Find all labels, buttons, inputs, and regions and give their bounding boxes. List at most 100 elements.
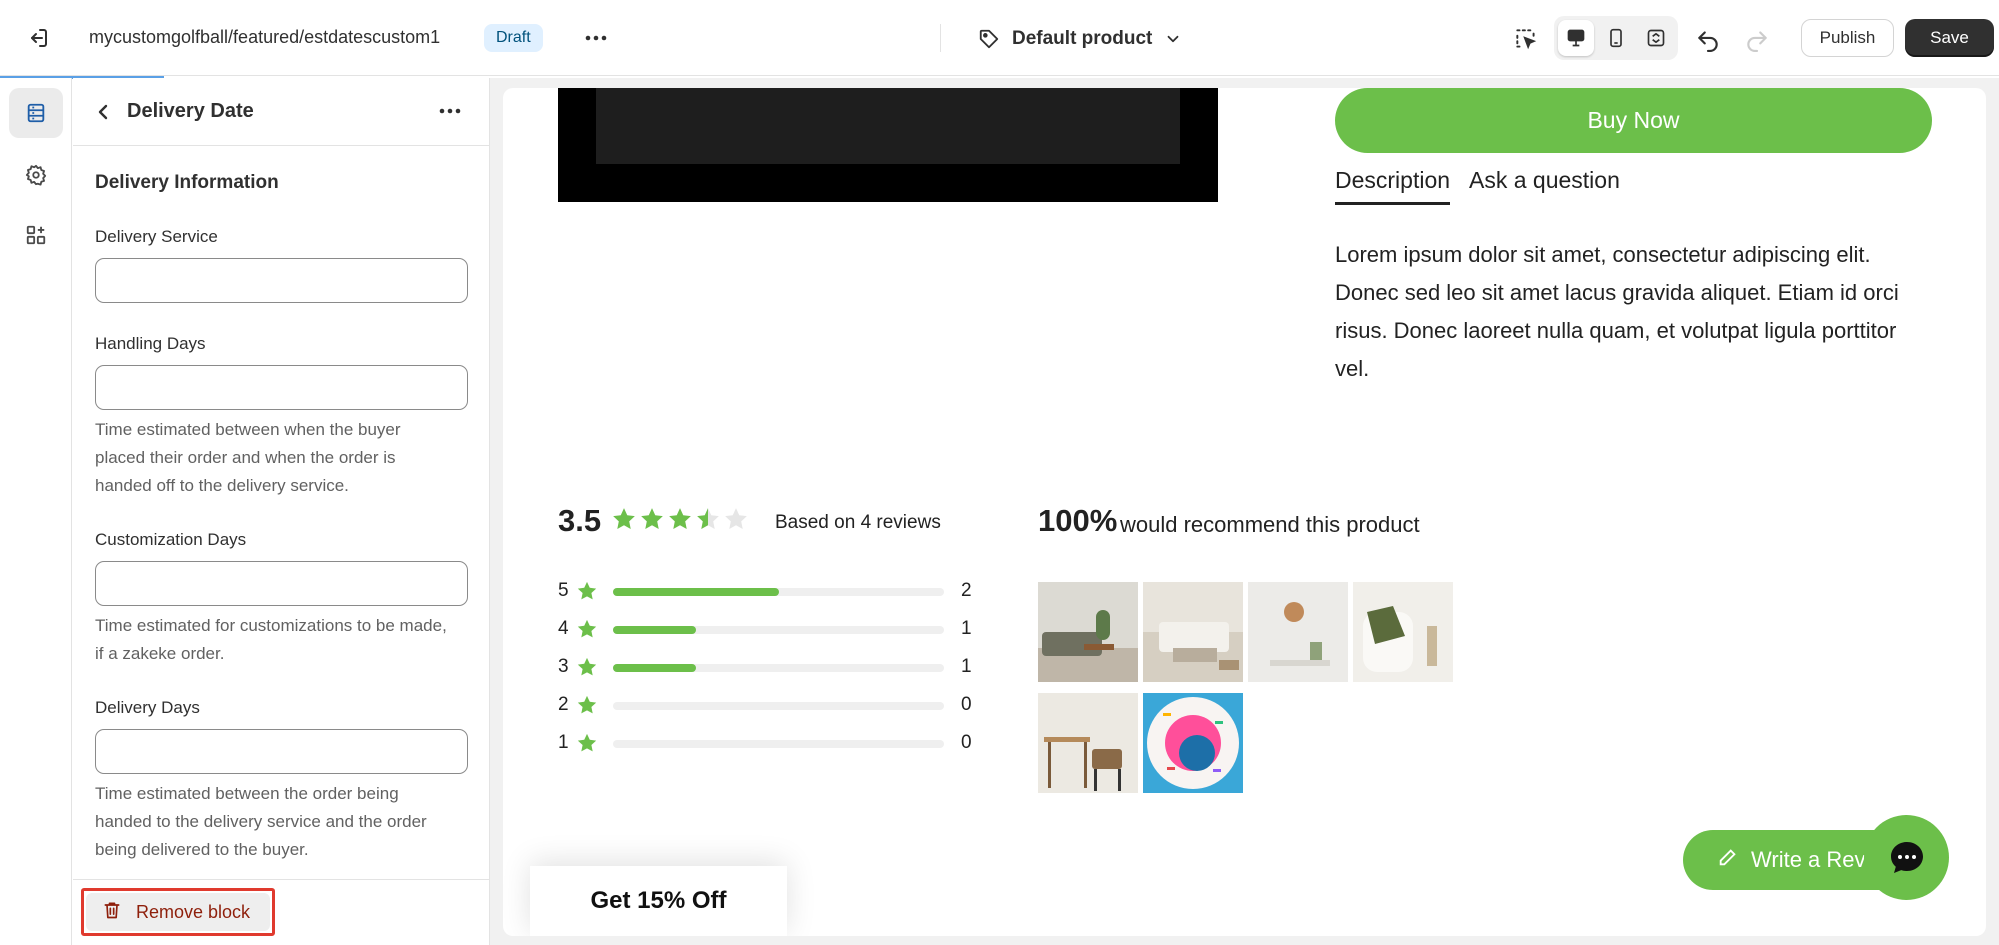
rating-bar-track bbox=[613, 740, 944, 748]
rating-bar-track bbox=[613, 702, 944, 710]
tab-ask-question[interactable]: Ask a question bbox=[1469, 167, 1620, 202]
storefront-preview: Buy Now Description Ask a question Lorem… bbox=[503, 88, 1986, 936]
panel-more-icon[interactable] bbox=[437, 99, 463, 123]
rating-bar-fill bbox=[613, 588, 779, 596]
rating-bar-track bbox=[613, 626, 944, 634]
save-button[interactable]: Save bbox=[1905, 19, 1994, 57]
panel-header: Delivery Date bbox=[73, 78, 489, 146]
rating-row-count: 1 bbox=[961, 618, 972, 639]
rating-row-count: 0 bbox=[961, 732, 972, 753]
review-photo[interactable] bbox=[1038, 582, 1138, 682]
desktop-view-icon[interactable] bbox=[1558, 20, 1594, 56]
half-star-icon bbox=[697, 508, 719, 529]
rating-row: 52 bbox=[558, 580, 978, 604]
review-photo[interactable] bbox=[1143, 693, 1243, 793]
rating-row-stars: 5 bbox=[558, 580, 569, 601]
star-icon bbox=[613, 508, 635, 529]
rating-bar-track bbox=[613, 664, 944, 672]
divider bbox=[940, 24, 941, 52]
delivery-days-input[interactable] bbox=[95, 729, 468, 774]
star-icon bbox=[669, 508, 691, 529]
back-chevron-icon[interactable] bbox=[91, 100, 115, 124]
remove-block-label: Remove block bbox=[136, 901, 251, 922]
status-badge: Draft bbox=[484, 24, 543, 52]
chat-icon bbox=[1890, 841, 1923, 873]
pencil-icon bbox=[1717, 846, 1739, 874]
customization-days-label: Customization Days bbox=[95, 530, 247, 549]
remove-block-button[interactable]: Remove block bbox=[81, 888, 275, 936]
average-rating: 3.5 bbox=[558, 503, 602, 538]
tag-icon bbox=[978, 28, 1000, 50]
star-icon bbox=[641, 508, 663, 529]
panel-footer: Remove block bbox=[73, 879, 489, 945]
top-bar: mycustomgolfball/featured/estdatescustom… bbox=[0, 0, 1999, 76]
buy-now-button[interactable]: Buy Now bbox=[1335, 88, 1932, 153]
rating-row: 20 bbox=[558, 694, 978, 718]
rating-row: 41 bbox=[558, 618, 978, 642]
apps-icon[interactable] bbox=[9, 210, 63, 260]
undo-icon[interactable] bbox=[1695, 26, 1721, 52]
empty-star-icon bbox=[725, 508, 747, 529]
exit-icon[interactable] bbox=[26, 26, 50, 50]
product-selector[interactable]: Default product bbox=[978, 24, 1182, 54]
product-selector-label: Default product bbox=[1012, 28, 1153, 49]
review-photo[interactable] bbox=[1038, 693, 1138, 793]
rating-row-count: 0 bbox=[961, 694, 972, 715]
viewport-toggle bbox=[1554, 16, 1678, 60]
handling-days-label: Handling Days bbox=[95, 334, 206, 353]
average-stars bbox=[611, 506, 749, 532]
fullscreen-view-icon[interactable] bbox=[1638, 20, 1674, 56]
mobile-view-icon[interactable] bbox=[1598, 20, 1634, 56]
left-rail bbox=[0, 78, 72, 945]
review-photo[interactable] bbox=[1353, 582, 1453, 682]
rating-bar-fill bbox=[613, 664, 696, 672]
star-icon bbox=[576, 694, 598, 721]
sections-icon[interactable] bbox=[9, 88, 63, 138]
review-photo[interactable] bbox=[1248, 582, 1348, 682]
product-media-inner bbox=[596, 88, 1180, 164]
write-review-label: Write a Rev bbox=[1751, 847, 1866, 872]
rating-row-count: 2 bbox=[961, 580, 972, 601]
rating-row-stars: 3 bbox=[558, 656, 569, 677]
settings-gear-icon[interactable] bbox=[9, 150, 63, 200]
block-settings-panel: Delivery Date Delivery Information Deliv… bbox=[73, 78, 490, 945]
customization-days-help: Time estimated for customizations to be … bbox=[95, 616, 447, 663]
review-photo[interactable] bbox=[1143, 582, 1243, 682]
rating-bar-fill bbox=[613, 626, 696, 634]
star-icon bbox=[576, 732, 598, 759]
publish-button[interactable]: Publish bbox=[1801, 19, 1894, 57]
review-count: Based on 4 reviews bbox=[775, 512, 941, 533]
delivery-service-input[interactable] bbox=[95, 258, 468, 303]
rating-row-stars: 1 bbox=[558, 732, 569, 753]
delivery-service-label: Delivery Service bbox=[95, 227, 218, 246]
chevron-down-icon bbox=[1164, 30, 1182, 48]
rating-row-stars: 2 bbox=[558, 694, 569, 715]
rating-bar-track bbox=[613, 588, 944, 596]
section-title: Delivery Information bbox=[95, 172, 279, 193]
discount-popup-tab[interactable]: Get 15% Off bbox=[530, 866, 787, 936]
product-media[interactable] bbox=[558, 88, 1218, 202]
more-actions-icon[interactable] bbox=[583, 26, 609, 50]
trash-icon bbox=[102, 900, 122, 925]
rating-row-count: 1 bbox=[961, 656, 972, 677]
star-icon bbox=[576, 580, 598, 607]
theme-path: mycustomgolfball/featured/estdatescustom… bbox=[89, 27, 441, 47]
customization-days-input[interactable] bbox=[95, 561, 468, 606]
rating-row: 31 bbox=[558, 656, 978, 680]
tab-description[interactable]: Description bbox=[1335, 167, 1451, 205]
product-description: Lorem ipsum dolor sit amet, consectetur … bbox=[1335, 242, 1899, 381]
recommend-text: would recommend this product bbox=[1120, 512, 1420, 537]
star-icon bbox=[576, 618, 598, 645]
inspector-select-icon[interactable] bbox=[1513, 26, 1539, 52]
recommend-percent: 100% bbox=[1038, 503, 1118, 538]
handling-days-help: Time estimated between when the buyer pl… bbox=[95, 420, 401, 495]
rating-row-stars: 4 bbox=[558, 618, 569, 639]
star-icon bbox=[576, 656, 598, 683]
panel-title: Delivery Date bbox=[127, 100, 254, 122]
redo-icon[interactable] bbox=[1744, 26, 1770, 52]
chat-bubble-button[interactable] bbox=[1864, 815, 1949, 900]
handling-days-input[interactable] bbox=[95, 365, 468, 410]
delivery-days-help: Time estimated between the order being h… bbox=[95, 784, 427, 859]
rating-row: 10 bbox=[558, 732, 978, 756]
delivery-days-label: Delivery Days bbox=[95, 698, 200, 717]
